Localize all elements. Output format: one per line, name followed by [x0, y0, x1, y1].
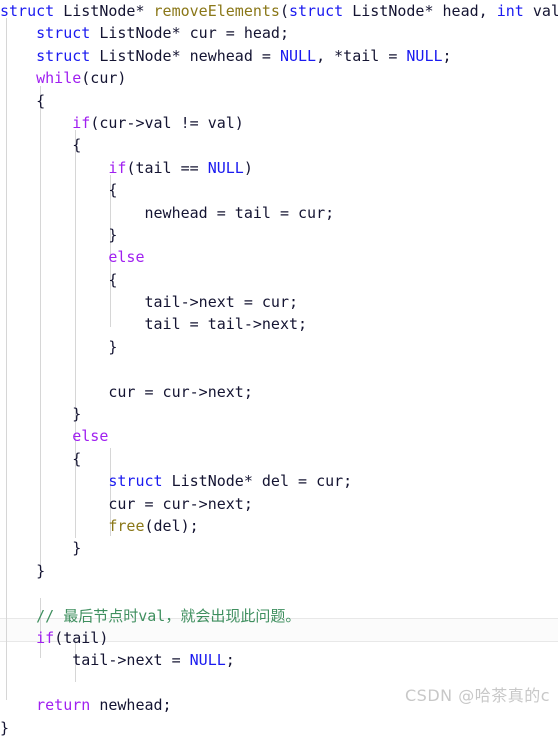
- closing-brace: }: [0, 718, 10, 737]
- code-line-19[interactable]: }: [0, 403, 558, 425]
- code-line-29[interactable]: if(tail): [0, 627, 558, 649]
- comment-text: // 最后节点时val，就会出现此问题。: [36, 606, 301, 625]
- code-line-14[interactable]: tail->next = cur;: [0, 291, 558, 313]
- code-line-18[interactable]: cur = cur->next;: [0, 381, 558, 403]
- code-line-23[interactable]: cur = cur->next;: [0, 493, 558, 515]
- code-line-25[interactable]: }: [0, 537, 558, 559]
- code-line-30[interactable]: tail->next = NULL;: [0, 649, 558, 671]
- code-editor[interactable]: struct ListNode* removeElements(struct L…: [0, 0, 558, 737]
- type-listnode: ListNode*: [54, 2, 154, 20]
- code-line-28-comment[interactable]: // 最后节点时val，就会出现此问题。: [0, 605, 558, 627]
- code-line-12[interactable]: else: [0, 246, 558, 268]
- function-name-removeelements: removeElements: [153, 2, 280, 20]
- code-line-24[interactable]: free(del);: [0, 515, 558, 537]
- keyword-else: else: [108, 248, 145, 267]
- code-line-2[interactable]: struct ListNode* cur = head;: [0, 22, 558, 44]
- code-line-3[interactable]: struct ListNode* newhead = NULL, *tail =…: [0, 45, 558, 67]
- keyword-return: return: [36, 696, 91, 715]
- code-line-11[interactable]: }: [0, 224, 558, 246]
- code-line-22[interactable]: struct ListNode* del = cur;: [0, 470, 558, 492]
- code-line-16[interactable]: }: [0, 336, 558, 358]
- code-line-9[interactable]: {: [0, 179, 558, 201]
- code-line-33[interactable]: }: [0, 717, 558, 739]
- keyword-struct: struct: [0, 2, 55, 20]
- code-line-17-blank[interactable]: [0, 358, 558, 380]
- csdn-watermark: CSDN @哈茶真的c: [404, 686, 550, 705]
- code-lines-container[interactable]: struct ListNode* removeElements(struct L…: [0, 0, 558, 739]
- function-call-free: free: [108, 516, 145, 535]
- code-line-10[interactable]: newhead = tail = cur;: [0, 202, 558, 224]
- keyword-if: if: [72, 113, 91, 132]
- code-line-27-blank[interactable]: [0, 582, 558, 604]
- code-line-13[interactable]: {: [0, 269, 558, 291]
- code-line-6[interactable]: if(cur->val != val): [0, 112, 558, 134]
- code-line-1[interactable]: struct ListNode* removeElements(struct L…: [0, 0, 558, 22]
- code-line-20[interactable]: else: [0, 425, 558, 447]
- code-line-4[interactable]: while(cur): [0, 67, 558, 89]
- code-line-7[interactable]: {: [0, 134, 558, 156]
- keyword-while: while: [36, 69, 82, 88]
- code-line-15[interactable]: tail = tail->next;: [0, 313, 558, 335]
- code-line-26[interactable]: }: [0, 560, 558, 582]
- code-line-8[interactable]: if(tail == NULL): [0, 157, 558, 179]
- code-line-21[interactable]: {: [0, 448, 558, 470]
- code-line-5[interactable]: {: [0, 90, 558, 112]
